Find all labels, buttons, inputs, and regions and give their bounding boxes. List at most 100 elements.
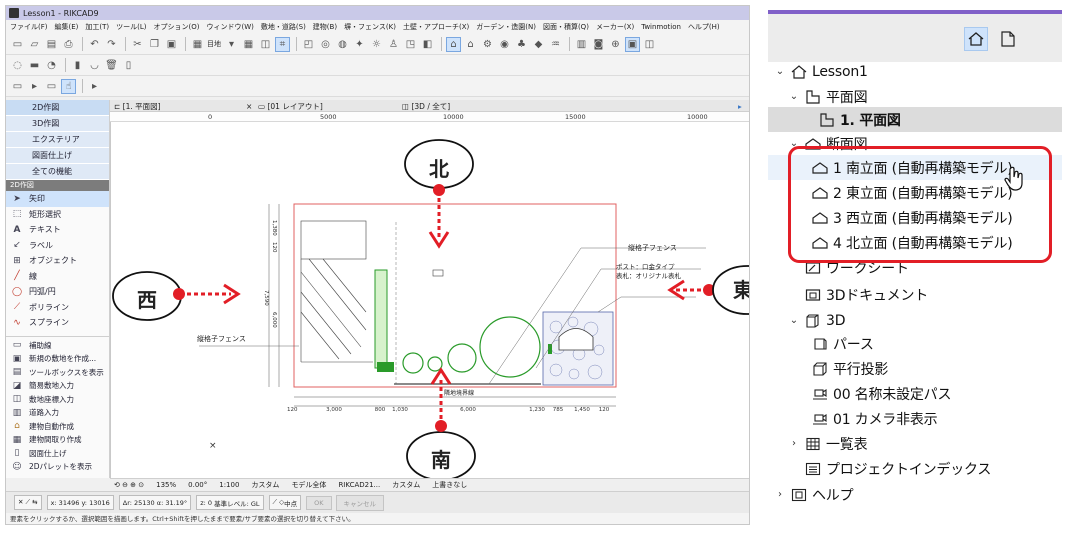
tool-simple-site[interactable]: ◪ 簡易敷地入力 xyxy=(6,379,109,393)
snap-options[interactable]: ⟋ ◇ 中点 xyxy=(268,495,302,510)
chevron-right-icon[interactable]: › xyxy=(788,438,800,449)
tree-item-camera-path-00[interactable]: 00 名称未設定パス xyxy=(768,381,1062,406)
open-file-icon[interactable]: ▱ xyxy=(27,37,42,52)
floor-plan-mode-icon[interactable]: ⌂ xyxy=(446,36,461,52)
drawing-canvas[interactable]: × 縦格子フェンス ポスト：口金タイプ 表札：オリジナル表札 縦格子フェンス 隣… xyxy=(110,122,749,478)
zoom-controls[interactable]: ⟲ ⊖ ⊕ ⊙ xyxy=(114,481,144,489)
tree-item-schedules[interactable]: › 一覧表 xyxy=(768,431,1062,456)
tree-item-worksheet[interactable]: ワークシート xyxy=(768,255,1062,280)
tree-item-project[interactable]: ⌄ Lesson1 xyxy=(768,59,1062,84)
tool-show-2d-palette[interactable]: ☺ 2Dパレットを表示 xyxy=(6,460,109,474)
tree-item-sections[interactable]: ⌄ 断面図 xyxy=(768,131,1062,156)
table-icon[interactable]: ▥ xyxy=(574,37,589,52)
estimate-icon[interactable]: ◙ xyxy=(591,37,606,52)
person-icon[interactable]: ♙ xyxy=(386,37,401,52)
camera-icon[interactable]: ◉ xyxy=(497,37,512,52)
render-icon[interactable]: ◍ xyxy=(335,37,350,52)
tree-item-project-index[interactable]: プロジェクトインデックス xyxy=(768,456,1062,481)
save-icon[interactable]: ▤ xyxy=(44,37,59,52)
menu-help[interactable]: ヘルプ(H) xyxy=(688,22,720,32)
tool-building-layout[interactable]: ▦ 建物間取り作成 xyxy=(6,433,109,447)
chevron-down-icon[interactable]: ⌄ xyxy=(788,91,800,102)
paste-icon[interactable]: ▣ xyxy=(164,37,179,52)
menu-drawing[interactable]: 図面・積算(Q) xyxy=(543,22,589,32)
snap-guide-icon[interactable]: ◫ xyxy=(258,37,273,52)
wall-icon[interactable]: ▮ xyxy=(70,58,85,73)
pen-set[interactable]: RIKCAD21... xyxy=(338,481,380,489)
view-icon[interactable]: ◎ xyxy=(318,37,333,52)
dimension-style[interactable]: カスタム xyxy=(392,480,420,490)
redo-icon[interactable]: ↷ xyxy=(104,37,119,52)
box-3d-icon[interactable]: ◳ xyxy=(403,37,418,52)
palette-category[interactable]: 2D作図 xyxy=(6,100,109,116)
menu-twinmotion[interactable]: Twinmotion xyxy=(641,23,681,31)
menu-building[interactable]: 建物(B) xyxy=(313,22,337,32)
tool-arrow[interactable]: ➤ 矢印 xyxy=(6,191,109,207)
layout-switch-icon[interactable]: ▭ xyxy=(10,79,25,94)
tool-spline[interactable]: ∿ スプライン xyxy=(6,315,109,331)
menu-fence[interactable]: 塀・フェンス(K) xyxy=(344,22,396,32)
cancel-button[interactable]: キャンセル xyxy=(335,494,385,511)
chevron-right-icon[interactable]: › xyxy=(774,489,786,500)
tool-road[interactable]: ▥ 道路入力 xyxy=(6,406,109,420)
pan-icon[interactable]: ☝ xyxy=(61,78,76,94)
palette-category[interactable]: 3D作図 xyxy=(6,116,109,132)
grid-snap-toggle-icon[interactable]: ⌗ xyxy=(275,36,290,52)
tool-text[interactable]: A テキスト xyxy=(6,222,109,238)
tab-close-icon[interactable]: × xyxy=(246,101,252,112)
palette-category[interactable]: エクステリア xyxy=(6,132,109,148)
tool-line[interactable]: ╱ 線 xyxy=(6,269,109,285)
tree-item-perspective[interactable]: パース xyxy=(768,331,1062,356)
tool-circle[interactable]: ◯ 円弧/円 xyxy=(6,284,109,300)
menu-options[interactable]: オプション(O) xyxy=(154,22,200,32)
layer-visible-icon[interactable]: ◌ xyxy=(10,58,25,73)
window-layout-icon[interactable]: ◫ xyxy=(642,37,657,52)
tool-polyline[interactable]: ⟋ ポリライン xyxy=(6,300,109,316)
grid-icon[interactable]: ▦ xyxy=(241,37,256,52)
model-view[interactable]: モデル全体 xyxy=(291,480,326,490)
layer-lock-icon[interactable]: ▬ xyxy=(27,58,42,73)
view-map-button[interactable] xyxy=(996,27,1020,51)
overwrite-mode[interactable]: 上書きなし xyxy=(432,480,467,490)
tab-floor-plan[interactable]: ⊏ [1. 平面図] xyxy=(114,101,161,112)
toolbar-dropdown-label[interactable]: 目地 xyxy=(207,39,221,49)
tree-item-3d-document[interactable]: 3Dドキュメント xyxy=(768,282,1062,307)
copy-icon[interactable]: ❐ xyxy=(147,37,162,52)
tool-new-site[interactable]: ▣ 新規の敷地を作成... xyxy=(6,352,109,366)
chevron-down-icon[interactable]: ⌄ xyxy=(788,315,800,326)
object-icon[interactable]: ✦ xyxy=(352,37,367,52)
eye-icon[interactable]: ◔ xyxy=(44,58,59,73)
tree-item-elevation-north[interactable]: 4 北立面 (自動再構築モデル) xyxy=(768,230,1062,255)
menu-garden[interactable]: ガーデン・造園(N) xyxy=(476,22,536,32)
tool-guide-line[interactable]: ▭ 補助線 xyxy=(6,339,109,353)
tool-site-coordinates[interactable]: ◫ 敷地座標入力 xyxy=(6,393,109,407)
menu-tools[interactable]: ツール(L) xyxy=(116,22,146,32)
tree-item-elevation-west[interactable]: 3 西立面 (自動再構築モデル) xyxy=(768,205,1062,230)
tab-layout[interactable]: ▭ [01 レイアウト] xyxy=(258,101,323,112)
palette-category[interactable]: 図面仕上げ xyxy=(6,148,109,164)
stone-icon[interactable]: ◆ xyxy=(531,37,546,52)
menu-file[interactable]: ファイル(F) xyxy=(10,22,48,32)
menu-site[interactable]: 敷地・道路(S) xyxy=(261,22,306,32)
project-map-button[interactable] xyxy=(964,27,988,51)
layer-icon[interactable]: ◰ xyxy=(301,37,316,52)
menu-maker[interactable]: メーカー(X) xyxy=(596,22,634,32)
chevron-down-icon[interactable]: ⌄ xyxy=(788,138,800,149)
tool-building-auto[interactable]: ⌂ 建物自動作成 xyxy=(6,420,109,434)
tree-icon[interactable]: ♣ xyxy=(514,37,529,52)
tool-drawing-finish[interactable]: ▯ 図面仕上げ xyxy=(6,447,109,461)
scale-value[interactable]: 1:100 xyxy=(219,481,239,489)
zoom-level[interactable]: 135% xyxy=(156,481,176,489)
tree-item-camera-path-01[interactable]: 01 カメラ非表示 xyxy=(768,406,1062,431)
water-icon[interactable]: ♒ xyxy=(548,37,563,52)
curve-icon[interactable]: ◡ xyxy=(87,58,102,73)
settings-icon[interactable]: ⚙ xyxy=(480,37,495,52)
tree-item-help[interactable]: › ヘルプ xyxy=(768,482,1062,507)
tool-show-toolbox[interactable]: ▤ ツールボックスを表示 xyxy=(6,366,109,380)
geometry-method-icon[interactable]: ✕ ⟋ ⇆ xyxy=(14,495,42,510)
menu-window[interactable]: ウィンドウ(W) xyxy=(207,22,254,32)
layer-combo[interactable]: カスタム xyxy=(251,480,279,490)
cube-icon[interactable]: ◧ xyxy=(420,37,435,52)
ok-button[interactable]: OK xyxy=(306,495,332,510)
menu-edit[interactable]: 編集(E) xyxy=(55,22,79,32)
